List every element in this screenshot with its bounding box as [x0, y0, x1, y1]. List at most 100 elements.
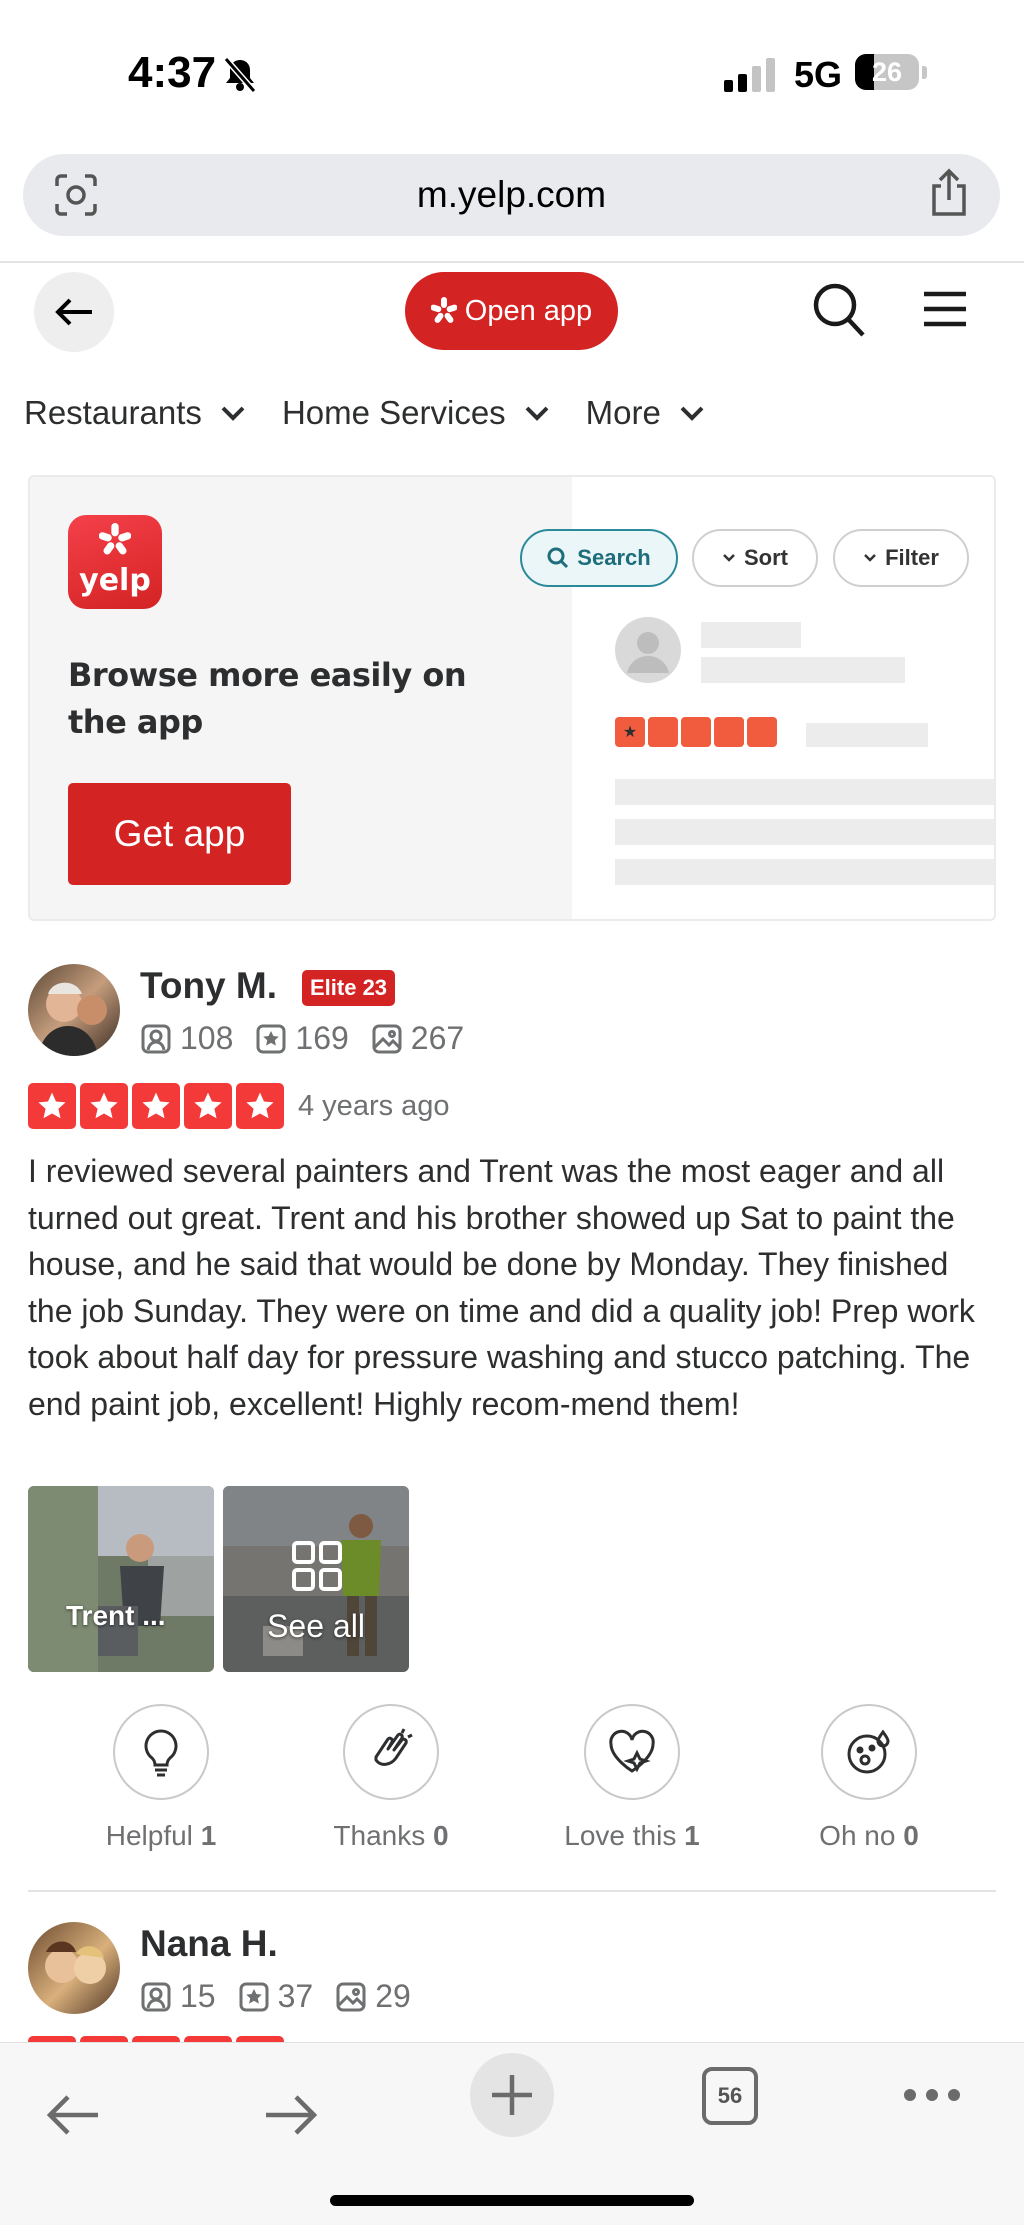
reviewer-stats: 15 37 29	[140, 1978, 433, 2015]
helpful-reaction[interactable]: Helpful 1	[66, 1704, 256, 1852]
helpful-label: Helpful	[105, 1820, 193, 1851]
see-all-label: See all	[267, 1608, 365, 1644]
home-indicator[interactable]	[330, 2195, 694, 2206]
browser-forward-button[interactable]	[262, 2093, 318, 2142]
nav-home-services[interactable]: Home Services	[282, 394, 550, 432]
love-this-label: Love this	[564, 1820, 677, 1851]
silent-bell-icon	[222, 56, 258, 99]
address-bar[interactable]: m.yelp.com	[23, 154, 1000, 236]
reviews-value: 169	[295, 1020, 349, 1056]
preview-filter-pill: Filter	[833, 529, 969, 587]
status-bar: 4:37 5G 26	[0, 0, 1024, 150]
friends-icon	[141, 1024, 171, 1053]
photo-icon	[336, 1982, 366, 2011]
clapping-hands-icon	[374, 1728, 413, 1766]
chevron-down-icon	[723, 554, 735, 562]
new-tab-button[interactable]	[470, 2053, 554, 2137]
nav-more-label: More	[585, 394, 661, 431]
photo-caption: Trent ...	[66, 1600, 166, 1631]
review-star-icon	[239, 1982, 269, 2011]
thanks-count: 0	[433, 1820, 449, 1851]
photos-value: 267	[410, 1020, 465, 1056]
clock: 4:37	[128, 48, 217, 97]
review-photo-image	[28, 1486, 214, 1672]
star-icon	[236, 1083, 284, 1129]
photos-value: 29	[375, 1978, 411, 2014]
helpful-count: 1	[200, 1820, 217, 1851]
review-star-icon	[256, 1024, 286, 1053]
more-options-icon[interactable]	[904, 2089, 960, 2101]
friends-count: 108	[140, 1020, 233, 1057]
arrow-left-icon	[55, 298, 92, 326]
open-app-button[interactable]: Open app	[405, 272, 618, 350]
chevron-down-icon	[680, 406, 704, 421]
elite-badge: Elite 23	[302, 970, 396, 1006]
app-promo-banner: yelp Browse more easily on the app Get a…	[28, 475, 996, 921]
battery-level: 26	[871, 57, 903, 87]
back-button[interactable]	[34, 272, 114, 352]
preview-sort-label: Sort	[744, 545, 788, 570]
arrow-right-icon	[266, 2095, 318, 2135]
chevron-down-icon	[525, 406, 549, 421]
oh-no-reaction[interactable]: Oh no 0	[774, 1704, 964, 1852]
review-photo[interactable]: Trent ...	[28, 1486, 214, 1672]
photos-count: 29	[335, 1978, 411, 2015]
yelp-logo: yelp	[68, 515, 162, 609]
reviewer-name[interactable]: Nana H.	[140, 1923, 278, 1965]
reviews-count: 169	[255, 1020, 349, 1057]
divider	[0, 261, 1024, 263]
nav-more[interactable]: More	[586, 394, 705, 432]
review-date: 4 years ago	[298, 1090, 450, 1122]
url-text[interactable]: m.yelp.com	[23, 174, 1000, 216]
thanks-reaction[interactable]: Thanks 0	[296, 1704, 486, 1852]
plus-icon	[492, 2075, 532, 2115]
reviewer-name[interactable]: Tony M.	[140, 965, 277, 1007]
preview-placeholder	[806, 723, 928, 747]
star-rating	[28, 1083, 284, 1129]
photo-icon	[372, 1024, 402, 1053]
star-icon	[184, 1083, 232, 1129]
preview-placeholder	[701, 657, 905, 683]
lightbulb-icon	[144, 1729, 178, 1777]
yelp-burst-icon	[430, 297, 457, 323]
friends-value: 15	[180, 1978, 216, 2014]
arrow-left-icon	[46, 2095, 98, 2135]
preview-filter-label: Filter	[885, 545, 939, 570]
battery-tip	[922, 66, 927, 79]
preview-search-label: Search	[577, 545, 651, 570]
friends-value: 108	[180, 1020, 234, 1056]
reviews-count: 37	[238, 1978, 314, 2015]
friends-count: 15	[140, 1978, 216, 2015]
love-this-count: 1	[684, 1820, 700, 1851]
preview-rating: ★	[615, 717, 777, 747]
heart-icon	[609, 1729, 655, 1773]
preview-placeholder	[615, 779, 994, 805]
search-icon	[547, 547, 569, 569]
network-type: 5G	[794, 54, 843, 95]
surprised-face-icon	[847, 1729, 890, 1774]
preview-sort-pill: Sort	[692, 529, 818, 587]
get-app-button[interactable]: Get app	[68, 783, 291, 885]
share-icon[interactable]	[928, 168, 970, 223]
avatar[interactable]	[28, 964, 120, 1056]
love-this-reaction[interactable]: Love this 1	[537, 1704, 727, 1852]
nav-restaurants[interactable]: Restaurants	[24, 394, 246, 432]
nav-home-services-label: Home Services	[281, 394, 506, 431]
reviews-value: 37	[277, 1978, 314, 2014]
divider	[28, 1890, 996, 1892]
battery-icon: 26	[855, 54, 919, 90]
gallery-grid-icon	[292, 1541, 342, 1591]
hamburger-menu-icon[interactable]	[922, 290, 968, 333]
reviewer-stats: 108 169 267	[140, 1020, 486, 1057]
banner-heading: Browse more easily on the app	[68, 656, 467, 741]
avatar[interactable]	[28, 1922, 120, 2014]
search-icon[interactable]	[812, 282, 866, 343]
star-icon	[80, 1083, 128, 1129]
category-nav: Restaurants Home Services More	[24, 388, 741, 438]
tab-switcher-button[interactable]: 56	[702, 2067, 758, 2125]
browser-back-button[interactable]	[46, 2093, 102, 2142]
see-all-photos[interactable]: See all	[223, 1486, 409, 1672]
chevron-down-icon	[221, 406, 245, 421]
star-icon	[132, 1083, 180, 1129]
photos-count: 267	[371, 1020, 464, 1057]
